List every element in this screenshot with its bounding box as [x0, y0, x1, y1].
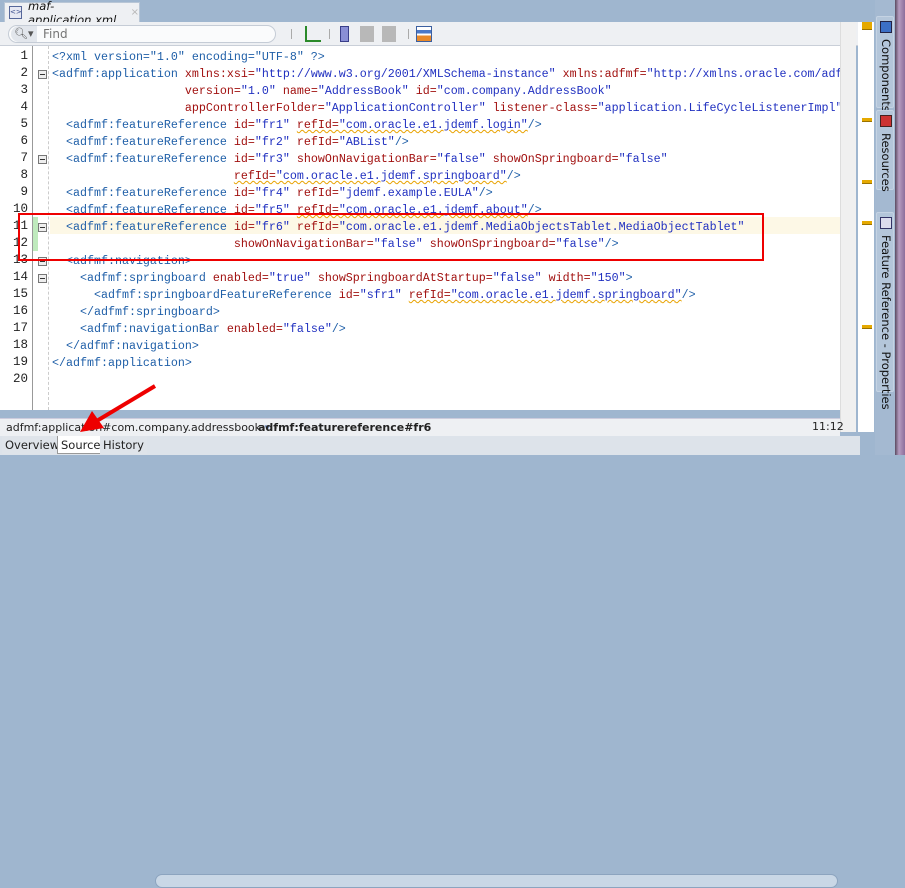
annotation-arrow — [80, 384, 157, 432]
horizontal-scrollbar[interactable] — [155, 874, 838, 888]
